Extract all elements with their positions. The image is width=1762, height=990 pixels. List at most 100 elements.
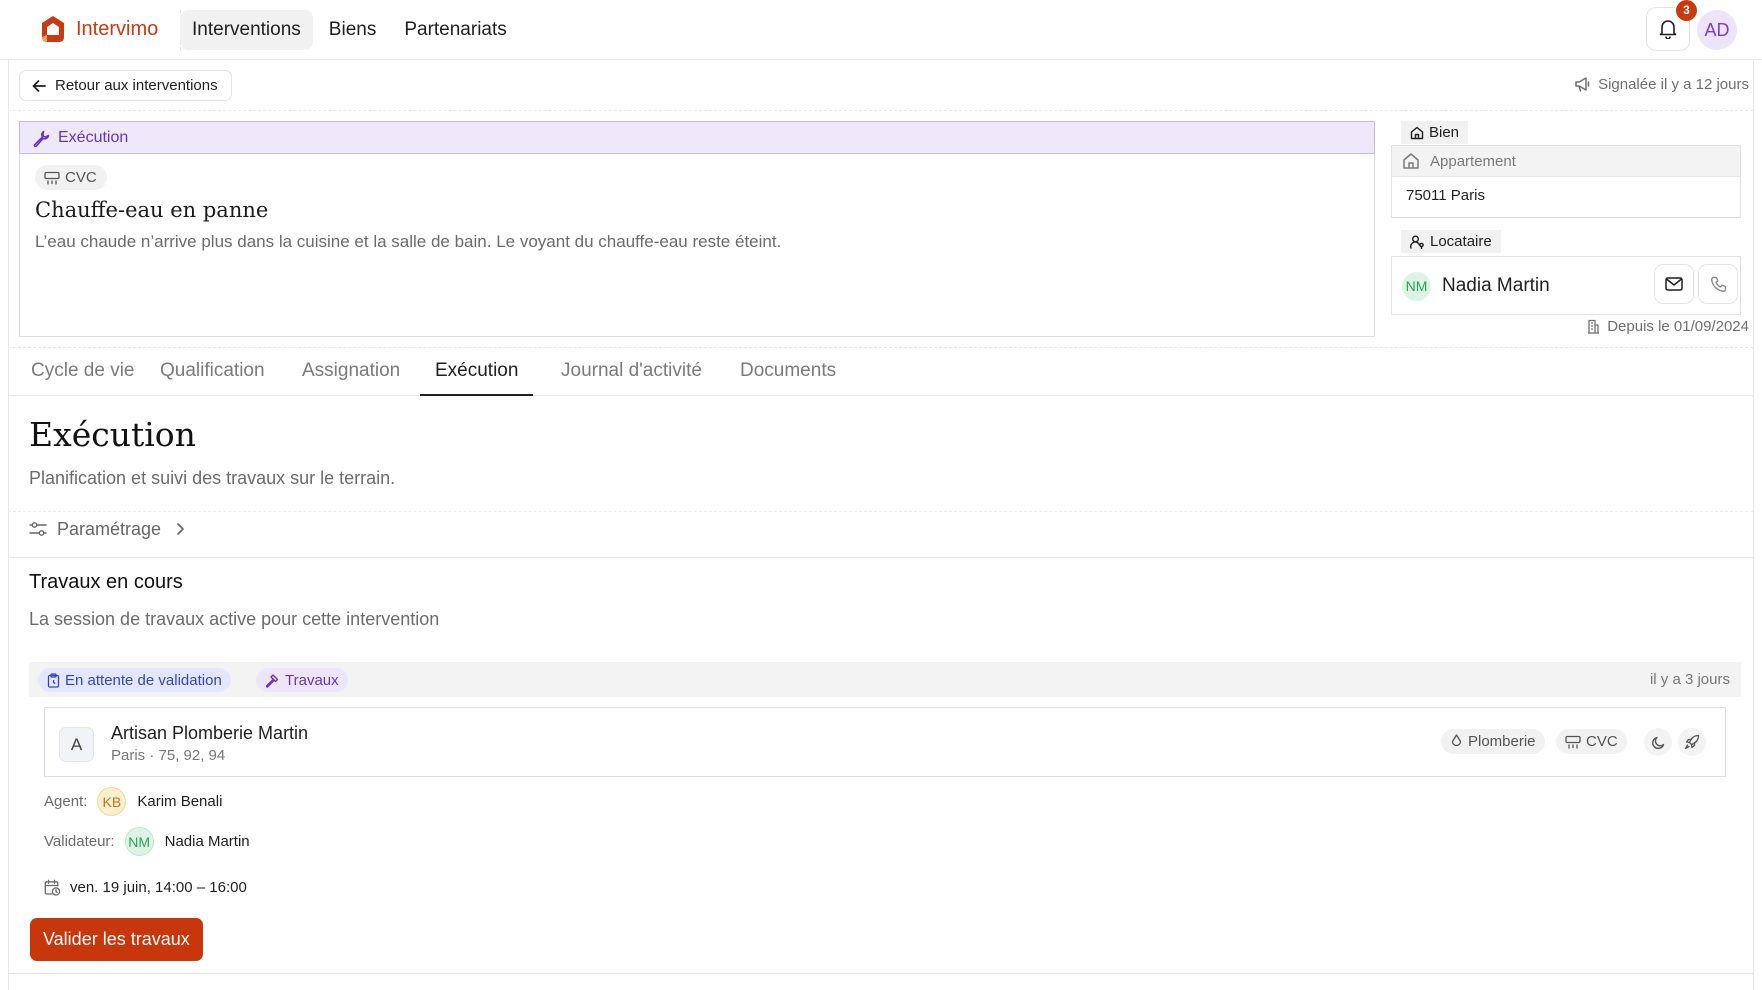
- reported-info: Signalée il y a 12 jours: [1574, 75, 1749, 93]
- home-icon: [1410, 126, 1424, 139]
- type-label: Travaux: [285, 671, 339, 689]
- arrow-left-icon: [32, 79, 46, 92]
- sliders-icon: [29, 522, 47, 536]
- tab-execution[interactable]: Exécution: [420, 350, 534, 396]
- app-name: Intervimo: [76, 17, 159, 40]
- status-badge: En attente de validation: [38, 668, 231, 692]
- top-bar: Intervimo Interventions Biens Partenaria…: [0, 0, 1762, 60]
- validate-works-button[interactable]: Valider les travaux: [30, 918, 203, 961]
- property-type-row: Appartement: [1392, 146, 1740, 177]
- session-time: il y a 3 jours: [1649, 671, 1730, 688]
- stage-banner: Exécution: [19, 121, 1375, 154]
- divider: [8, 973, 1753, 974]
- settings-toggle[interactable]: Paramétrage: [29, 518, 187, 540]
- tab-documents[interactable]: Documents: [725, 350, 851, 396]
- specialty-chip-cvc: CVC: [1556, 729, 1627, 754]
- nav-item-interventions[interactable]: Interventions: [180, 10, 313, 50]
- agent-name: Karim Benali: [137, 792, 223, 810]
- type-badge: Travaux: [256, 668, 348, 692]
- divider: [8, 511, 1753, 512]
- air-conditioner-icon: [1565, 735, 1581, 749]
- back-to-interventions-button[interactable]: Retour aux interventions: [19, 70, 232, 101]
- call-tenant-button[interactable]: [1698, 264, 1738, 304]
- megaphone-icon: [1575, 77, 1590, 92]
- section-title: Exécution: [29, 415, 196, 454]
- building-icon: [1588, 319, 1600, 334]
- intervention-tabs: Cycle de vie Qualification Assignation E…: [8, 350, 1753, 396]
- divider: [8, 110, 1753, 111]
- validator-name: Nadia Martin: [164, 832, 250, 850]
- night-availability-indicator: [1644, 728, 1672, 756]
- wrench-icon: [33, 130, 50, 147]
- rocket-icon: [1684, 734, 1700, 750]
- schedule-text: ven. 19 juin, 14:00 – 16:00: [70, 879, 247, 896]
- intervention-title: Chauffe-eau en panne: [35, 198, 269, 222]
- tenant-name: Nadia Martin: [1442, 275, 1550, 296]
- intervention-card: Exécution CVC Chauffe-eau en panne L’eau…: [19, 121, 1375, 337]
- nav-item-partenariats[interactable]: Partenariats: [392, 10, 518, 50]
- bell-icon: [1659, 20, 1677, 39]
- artisan-card[interactable]: A Artisan Plomberie Martin Paris · 75, 9…: [44, 707, 1726, 777]
- main-nav: Interventions Biens Partenariats: [180, 10, 519, 50]
- chevron-right-icon: [177, 523, 184, 535]
- calendar-clock-icon: [44, 879, 61, 896]
- status-label: En attente de validation: [65, 671, 222, 689]
- frame-border-left: [8, 60, 9, 990]
- back-button-label: Retour aux interventions: [55, 77, 218, 94]
- property-tab-label: Bien: [1429, 124, 1460, 141]
- tenant-since: Depuis le 01/09/2024: [1587, 318, 1749, 335]
- works-subtitle: La session de travaux active pour cette …: [29, 609, 440, 629]
- reported-text: Signalée il y a 12 jours: [1598, 75, 1749, 93]
- artisan-avatar: A: [59, 727, 94, 762]
- specialty-label: CVC: [1586, 733, 1618, 750]
- agent-label: Agent:: [44, 792, 88, 810]
- artisan-name: Artisan Plomberie Martin: [111, 723, 309, 743]
- air-conditioner-icon: [44, 171, 60, 185]
- tenant-card: NM Nadia Martin: [1391, 256, 1741, 315]
- express-service-indicator: [1678, 728, 1706, 756]
- nav-item-biens[interactable]: Biens: [317, 10, 389, 50]
- property-tab: Bien: [1401, 121, 1469, 144]
- agent-row: Agent: KB Karim Benali: [44, 786, 222, 816]
- clipboard-clock-icon: [47, 672, 60, 688]
- tenant-since-text: Depuis le 01/09/2024: [1607, 318, 1749, 335]
- works-title: Travaux en cours: [29, 571, 183, 593]
- tab-qualification[interactable]: Qualification: [145, 350, 280, 396]
- moon-icon: [1651, 736, 1664, 749]
- intervention-description: L’eau chaude n’arrive plus dans la cuisi…: [35, 232, 782, 251]
- tenant-tab-label: Locataire: [1430, 233, 1492, 250]
- specialty-label: Plomberie: [1468, 733, 1536, 750]
- section-subtitle: Planification et suivi des travaux sur l…: [29, 468, 396, 488]
- user-key-icon: [1410, 235, 1424, 249]
- tenant-avatar: NM: [1402, 272, 1431, 301]
- property-card[interactable]: Appartement 75011 Paris: [1391, 145, 1741, 218]
- artisan-zone: Paris · 75, 92, 94: [111, 747, 226, 764]
- logo-icon: [42, 16, 64, 42]
- phone-icon: [1710, 276, 1726, 292]
- validator-row: Validateur: NM Nadia Martin: [44, 826, 250, 856]
- house-icon: [1403, 153, 1419, 169]
- divider: [8, 347, 1753, 348]
- validator-avatar: NM: [124, 826, 154, 856]
- tenant-tab: Locataire: [1401, 230, 1501, 253]
- category-label: CVC: [65, 169, 97, 186]
- stage-label: Exécution: [58, 128, 129, 146]
- tab-cycle-de-vie[interactable]: Cycle de vie: [16, 350, 150, 396]
- tab-assignation[interactable]: Assignation: [287, 350, 415, 396]
- droplet-icon: [1451, 734, 1462, 747]
- hammer-icon: [265, 673, 279, 688]
- notification-count-badge: 3: [1676, 0, 1697, 21]
- category-chip: CVC: [35, 165, 107, 190]
- app-logo[interactable]: Intervimo: [40, 15, 158, 43]
- divider: [8, 557, 1753, 558]
- validator-label: Validateur:: [44, 832, 115, 850]
- tab-journal-activite[interactable]: Journal d'activité: [546, 350, 717, 396]
- frame-border-right: [1753, 60, 1754, 990]
- agent-avatar: KB: [97, 786, 127, 816]
- specialty-chip-plomberie: Plomberie: [1441, 729, 1545, 754]
- schedule-row: ven. 19 juin, 14:00 – 16:00: [44, 879, 247, 896]
- user-avatar[interactable]: AD: [1697, 10, 1737, 50]
- work-session-header: En attente de validation Travaux il y a …: [29, 662, 1741, 697]
- mail-icon: [1665, 277, 1683, 291]
- email-tenant-button[interactable]: [1654, 264, 1694, 304]
